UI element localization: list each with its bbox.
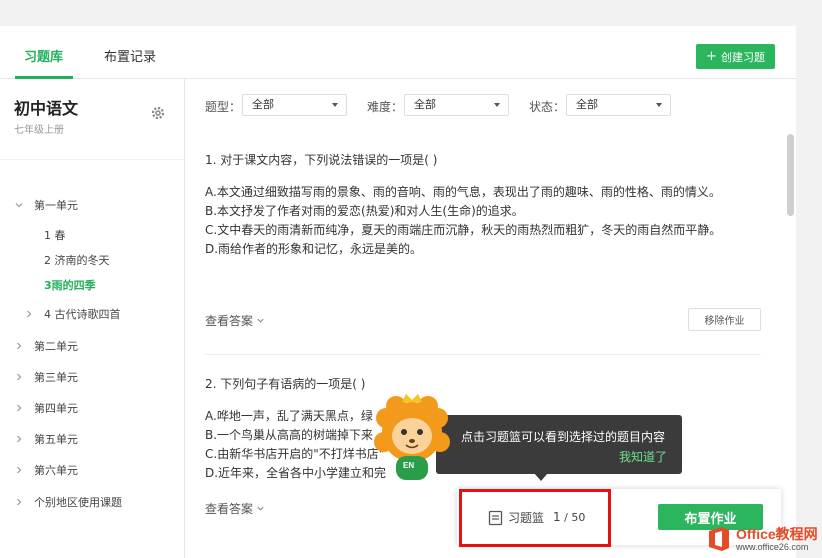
create-question-button[interactable]: + 创建习题: [696, 44, 775, 69]
basket-tooltip: 点击习题篮可以看到选择过的题目内容 我知道了: [436, 415, 682, 474]
chevron-right-icon: [27, 310, 32, 318]
tree-label: 4 古代诗歌四首: [44, 308, 121, 321]
question-option: A.本文通过细致描写雨的景象、雨的音响、雨的气息，表现出了雨的趣味、雨的性格、雨…: [205, 185, 721, 199]
question-title: 1. 对于课文内容，下列说法错误的一项是( ): [205, 153, 438, 167]
tree-label: 第六单元: [34, 464, 78, 477]
tree-label: 第三单元: [34, 371, 78, 384]
remove-homework-button[interactable]: 移除作业: [688, 308, 761, 331]
chevron-down-icon: [257, 506, 264, 511]
tree-label: 第二单元: [34, 340, 78, 353]
caret-down-icon: [332, 103, 338, 107]
status-filter-select[interactable]: 全部: [566, 94, 671, 116]
difficulty-filter-value: 全部: [414, 98, 436, 111]
tree-label: 第一单元: [34, 199, 78, 212]
question-divider: [205, 354, 761, 355]
chevron-right-icon: [17, 404, 22, 412]
watermark-title: Office教程网: [736, 525, 818, 542]
chevron-right-icon: [17, 498, 22, 506]
tree-unit-3[interactable]: 第三单元: [14, 369, 78, 385]
question-title: 2. 下列句子有语病的一项是( ): [205, 377, 366, 391]
tooltip-arrow: [534, 473, 548, 481]
tree-unit-4[interactable]: 第四单元: [14, 400, 78, 416]
type-filter-label: 题型：: [205, 100, 242, 114]
caret-down-icon: [656, 103, 662, 107]
tree-label: 第四单元: [34, 402, 78, 415]
basket-count-value: 1: [553, 510, 561, 524]
book-title: 初中语文: [14, 99, 79, 118]
chevron-down-icon: [257, 318, 264, 323]
tab-question-bank[interactable]: 习题库: [24, 46, 63, 65]
question-1: 1. 对于课文内容，下列说法错误的一项是( ) A.本文通过细致描写雨的景象、雨…: [205, 151, 725, 259]
watermark-url: www.office26.com: [736, 541, 809, 552]
view-answer-button[interactable]: 查看答案: [205, 500, 265, 517]
view-answer-button[interactable]: 查看答案: [205, 312, 265, 329]
mascot-badge: EN: [403, 461, 415, 470]
tab-assign-records[interactable]: 布置记录: [104, 46, 156, 65]
chevron-down-icon: [15, 203, 23, 208]
gear-icon[interactable]: [150, 105, 166, 121]
status-filter-value: 全部: [576, 98, 598, 111]
question-basket-button[interactable]: 习题篮: [488, 509, 544, 526]
question-option: D.雨给作者的形象和记忆，永远是美的。: [205, 242, 423, 256]
caret-down-icon: [494, 103, 500, 107]
basket-icon: [488, 510, 503, 525]
tree-unit-6[interactable]: 第六单元: [14, 462, 78, 478]
book-subtitle: 七年级上册: [14, 125, 64, 136]
chevron-right-icon: [17, 466, 22, 474]
sidebar: 初中语文 七年级上册 第一单元 1 春 2 济南的冬天 3雨的四季 4 古代诗歌…: [0, 79, 185, 558]
difficulty-filter-select[interactable]: 全部: [404, 94, 509, 116]
tree-regional[interactable]: 个别地区使用课题: [14, 494, 122, 510]
tree-label: 3雨的四季: [44, 279, 96, 292]
tree-lesson-1[interactable]: 1 春: [44, 227, 66, 243]
type-filter-value: 全部: [252, 98, 274, 111]
tree-lesson-3[interactable]: 3雨的四季: [44, 277, 96, 293]
sidebar-divider: [0, 159, 184, 160]
question-option: B.本文抒发了作者对雨的爱恋(热爱)和对人生(生命)的追求。: [205, 204, 524, 218]
tree-label: 1 春: [44, 229, 66, 242]
tree-unit-5[interactable]: 第五单元: [14, 431, 78, 447]
basket-label: 习题篮: [508, 511, 545, 525]
tab-bar: 习题库 布置记录 + 创建习题: [0, 26, 796, 79]
view-answer-label: 查看答案: [205, 314, 254, 328]
tree-label: 第五单元: [34, 433, 78, 446]
basket-count: 1 / 50: [553, 510, 585, 524]
status-filter-label: 状态：: [529, 100, 566, 114]
difficulty-filter-label: 难度：: [367, 100, 404, 114]
tree-unit-2[interactable]: 第二单元: [14, 338, 78, 354]
type-filter-select[interactable]: 全部: [242, 94, 347, 116]
office-logo-icon: [709, 527, 729, 551]
question-option: C.文中春天的雨清新而纯净，夏天的雨端庄而沉静，秋天的雨热烈而粗犷，冬天的雨自然…: [205, 223, 722, 237]
chevron-right-icon: [17, 373, 22, 381]
tree-label: 个别地区使用课题: [34, 496, 122, 509]
plus-icon: +: [706, 49, 717, 64]
tree-lesson-4[interactable]: 4 古代诗歌四首: [24, 306, 121, 322]
create-question-label: 创建习题: [720, 50, 765, 64]
scrollbar-thumb[interactable]: [787, 134, 794, 216]
tree-unit-1[interactable]: 第一单元: [14, 197, 78, 213]
tooltip-text: 点击习题篮可以看到选择过的题目内容: [461, 430, 666, 444]
lion-mascot-icon: [374, 394, 450, 480]
tree-label: 2 济南的冬天: [44, 254, 110, 267]
chevron-right-icon: [17, 435, 22, 443]
basket-count-total: / 50: [564, 511, 586, 524]
got-it-link[interactable]: 我知道了: [619, 448, 667, 465]
view-answer-label: 查看答案: [205, 502, 254, 516]
office26-watermark: Office教程网 www.office26.com: [705, 520, 822, 558]
tree-lesson-2[interactable]: 2 济南的冬天: [44, 252, 110, 268]
chevron-right-icon: [17, 342, 22, 350]
